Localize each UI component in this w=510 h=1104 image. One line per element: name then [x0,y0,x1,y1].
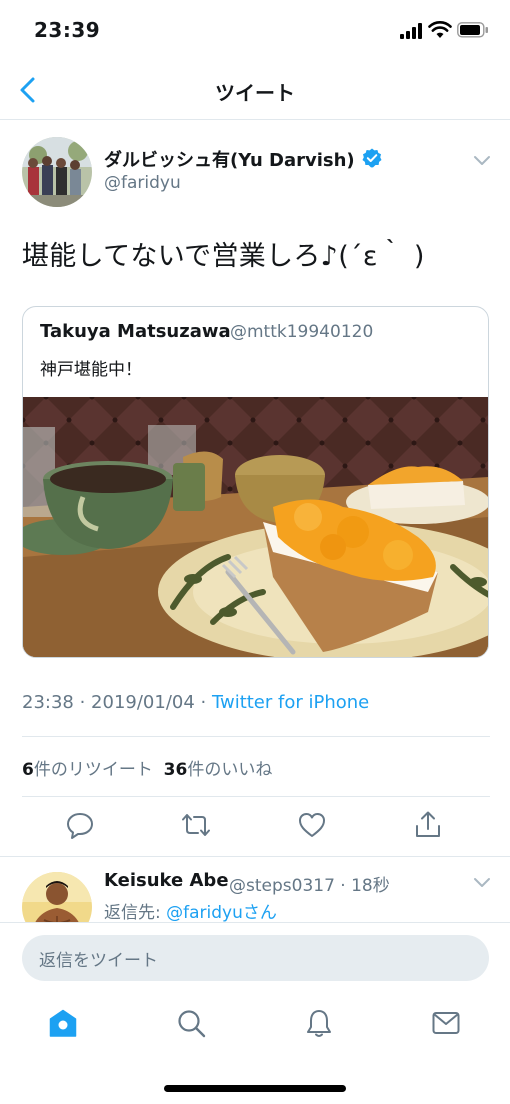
quoted-author-name: Takuya Matsuzawa [40,321,231,342]
divider [22,796,490,797]
divider [22,736,490,737]
status-time: 23:39 [34,18,101,42]
reply-author-handle: @steps0317 · 18秒 [229,876,390,896]
search-icon[interactable] [176,1008,206,1038]
reply-icon[interactable] [65,810,95,840]
messages-icon[interactable] [431,1008,461,1038]
retweet-icon[interactable] [181,810,211,840]
cellular-signal-icon [400,23,424,39]
battery-icon [457,22,488,38]
tweet-source-link[interactable]: Twitter for iPhone [212,692,369,713]
quoted-tweet-photo[interactable] [23,397,488,658]
like-label[interactable]: 件のいいね [187,760,272,780]
reply-composer: 返信をツイート [0,922,510,994]
reply-to-prefix: 返信先: [104,903,167,923]
quoted-author-handle: @mttk19940120 [230,322,374,342]
author-handle[interactable]: @faridyu [104,173,181,193]
wifi-icon [428,21,452,38]
section-divider [0,856,510,857]
retweet-label[interactable]: 件のリツイート [34,760,153,780]
reply-author-name[interactable]: Keisuke Abe [104,870,229,891]
like-icon[interactable] [297,810,327,840]
notifications-icon[interactable] [304,1008,334,1038]
quoted-tweet-text: 神戸堪能中！ [40,360,142,380]
status-bar: 23:39 [0,0,510,60]
tweet-text: 堪能してないで営業しろ♪(´ε｀ ) [22,241,425,272]
chevron-down-icon[interactable] [470,872,494,892]
reply-to-line: 返信先: @faridyuさん [104,898,277,923]
home-indicator [164,1085,346,1092]
verified-badge-icon [362,148,382,168]
reply-input[interactable]: 返信をツイート [22,935,489,981]
author-name[interactable]: ダルビッシュ有(Yu Darvish) [104,146,355,172]
retweet-count[interactable]: 6 [22,760,34,780]
reply-to-link[interactable]: @faridyuさん [166,903,277,923]
timestamp-text: 23:38 · 2019/01/04 · [22,692,212,713]
tweet-timestamp: 23:38 · 2019/01/04 · Twitter for iPhone [22,692,369,713]
share-icon[interactable] [413,810,443,840]
home-icon[interactable] [48,1008,78,1038]
page-title: ツイート [215,81,295,105]
author-avatar[interactable] [22,137,92,207]
tweet-stats: 6件のリツイート 36件のいいね [22,755,272,780]
chevron-down-icon[interactable] [470,150,494,170]
navigation-bar: ツイート [0,60,510,120]
quoted-tweet-card[interactable]: Takuya Matsuzawa @mttk19940120 神戸堪能中！ [22,306,489,658]
like-count[interactable]: 36 [164,760,188,780]
